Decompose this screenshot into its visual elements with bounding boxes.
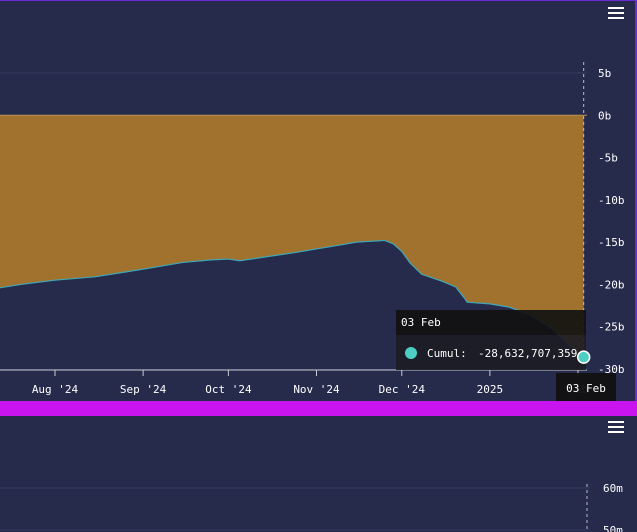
- secondary-chart: 60m 50m: [0, 482, 623, 532]
- hover-point: [576, 350, 591, 364]
- tooltip-date: 03 Feb: [401, 316, 441, 329]
- y-tick-label: -5b: [598, 152, 618, 165]
- bottom-chart-panel: 60m 50m: [0, 416, 637, 532]
- panel-divider: [0, 401, 637, 416]
- x-tick-label: Sep '24: [120, 383, 167, 396]
- top-chart-panel: 5b 0b -5b -10b -15b -20b -25b -30b Aug '24 Sep '2…: [0, 0, 637, 401]
- x-tick-label: 2025: [477, 383, 504, 396]
- y-tick-label: -15b: [598, 236, 625, 249]
- x-tick-label: Dec '24: [379, 383, 426, 396]
- y-tick-label: 50m: [603, 524, 623, 532]
- x-tick-label: Aug '24: [32, 383, 79, 396]
- x-tick-label: Nov '24: [293, 383, 340, 396]
- y-tick-label: 60m: [603, 482, 623, 495]
- crosshair-label: 03 Feb: [566, 382, 606, 395]
- y-tick-label: -25b: [598, 321, 625, 334]
- tooltip: 03 Feb Cumul: -28,632,707,359: [396, 310, 586, 370]
- y-tick-label: 0b: [598, 109, 611, 122]
- cumulative-area-chart: 5b0b-5b-10b-15b-20b-25b-30bAug '24 Sep '2…: [0, 62, 625, 401]
- tooltip-value: -28,632,707,359: [478, 347, 577, 360]
- x-tick-label: Oct '24: [205, 383, 252, 396]
- y-tick-label: -20b: [598, 278, 625, 291]
- tooltip-label: Cumul:: [427, 347, 467, 360]
- tooltip-series-marker: [405, 347, 417, 359]
- y-tick-label: 5b: [598, 67, 611, 80]
- y-tick-label: -10b: [598, 194, 625, 207]
